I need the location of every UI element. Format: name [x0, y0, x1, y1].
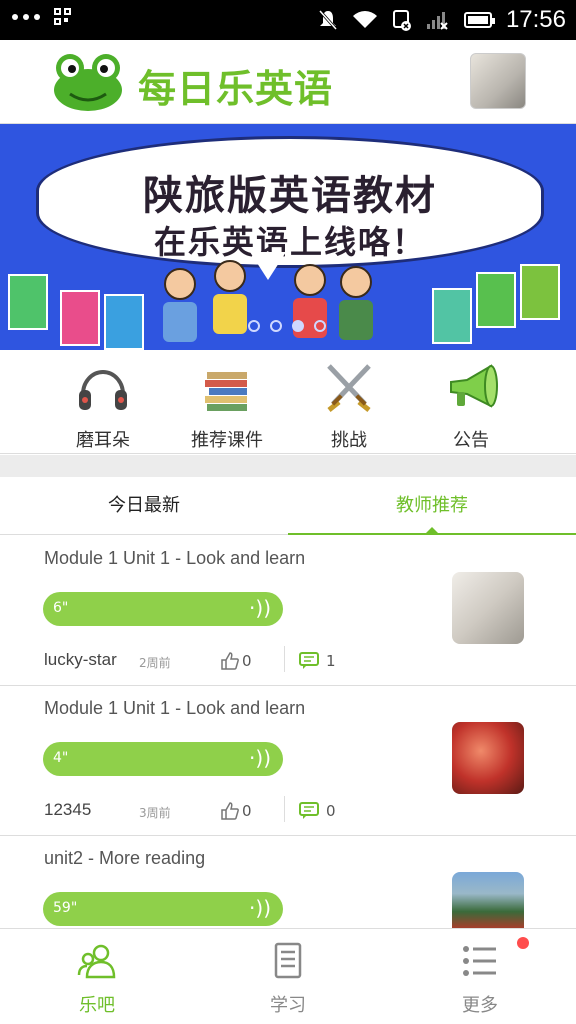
- banner-headline: 陕旅版英语教材: [143, 173, 437, 219]
- mute-icon: [318, 10, 338, 30]
- bottom-nav-label: 乐吧: [79, 995, 115, 1016]
- audio-duration: 6": [53, 600, 69, 616]
- bottom-nav-item-more[interactable]: 更多: [425, 941, 535, 1017]
- comment-count: 0: [326, 802, 336, 820]
- bottom-nav: 乐吧 学习 更多: [0, 928, 576, 1024]
- signal-icon: [426, 12, 448, 30]
- textbook-image: [520, 264, 560, 320]
- app-title: 每日乐英语: [138, 67, 334, 111]
- bottom-nav-label: 学习: [270, 995, 306, 1016]
- comment-count: 1: [326, 652, 336, 670]
- pager-dot[interactable]: [292, 320, 304, 332]
- grid-icon: [54, 8, 72, 26]
- quick-nav-label: 磨耳朵: [76, 430, 130, 451]
- battery-icon: [463, 12, 495, 28]
- app-header: 每日乐英语: [0, 40, 576, 124]
- card-thumbnail[interactable]: [452, 572, 524, 644]
- textbook-image: [432, 288, 472, 344]
- tab-teacher-picks[interactable]: 教师推荐: [288, 477, 576, 535]
- feed-card[interactable]: Module 1 Unit 1 - Look and learn 6" ·)) …: [0, 536, 576, 686]
- quick-nav-item-announcement[interactable]: 公告: [416, 360, 526, 452]
- divider: [284, 646, 285, 672]
- banner-subheadline: 在乐英语上线咯！: [153, 223, 426, 261]
- feed-card[interactable]: unit2 - More reading 59" ·)): [0, 836, 576, 928]
- card-username[interactable]: 12345: [44, 800, 91, 820]
- cartoon-kid-image: [160, 268, 200, 346]
- like-count: 0: [242, 802, 252, 820]
- card-thumbnail[interactable]: [452, 872, 524, 928]
- audio-player-button[interactable]: 59" ·)): [43, 892, 283, 926]
- feed-list: Module 1 Unit 1 - Look and learn 6" ·)) …: [0, 536, 576, 928]
- megaphone-icon: [450, 364, 498, 408]
- sound-wave-icon: ·)): [249, 746, 271, 770]
- thumbs-up-icon[interactable]: [220, 801, 240, 821]
- frog-logo-icon: [54, 54, 122, 111]
- quick-nav: 磨耳朵 推荐课件 挑战 公告: [0, 350, 576, 454]
- pager-dot[interactable]: [248, 320, 260, 332]
- audio-duration: 4": [53, 750, 69, 766]
- quick-nav-label: 公告: [453, 430, 489, 451]
- divider: [284, 796, 285, 822]
- more-dots-icon: [12, 14, 40, 20]
- status-time: 17:56: [505, 6, 566, 33]
- sound-wave-icon: ·)): [249, 596, 271, 620]
- comment-icon[interactable]: [299, 652, 319, 670]
- notification-badge: [517, 937, 529, 949]
- quick-nav-item-listening[interactable]: 磨耳朵: [48, 360, 158, 452]
- status-bar: 17:56: [0, 0, 576, 40]
- textbook-image: [60, 290, 100, 346]
- audio-player-button[interactable]: 4" ·)): [43, 742, 283, 776]
- thumbs-up-icon[interactable]: [220, 651, 240, 671]
- textbook-image: [104, 294, 144, 350]
- list-icon: [463, 946, 496, 976]
- feed-card[interactable]: Module 1 Unit 1 - Look and learn 4" ·)) …: [0, 686, 576, 836]
- headphones-icon: [79, 370, 127, 410]
- bottom-nav-label: 更多: [462, 995, 498, 1016]
- quick-nav-item-courseware[interactable]: 推荐课件: [172, 360, 282, 452]
- notebook-icon: [274, 942, 302, 979]
- community-icon: [77, 944, 116, 979]
- textbook-image: [8, 274, 48, 330]
- cartoon-kid-image: [336, 266, 376, 344]
- sound-wave-icon: ·)): [249, 896, 271, 920]
- card-timestamp: 2周前: [139, 656, 171, 670]
- cartoon-kid-image: [210, 260, 250, 338]
- card-thumbnail[interactable]: [452, 722, 524, 794]
- card-title: Module 1 Unit 1 - Look and learn: [44, 698, 306, 718]
- feed-tabs: 今日最新 教师推荐: [0, 477, 576, 535]
- pager-dot[interactable]: [314, 320, 326, 332]
- user-avatar[interactable]: [470, 53, 526, 109]
- crossed-swords-icon: [327, 364, 371, 412]
- like-count: 0: [242, 652, 252, 670]
- speech-bubble: 陕旅版英语教材 在乐英语上线咯！: [36, 136, 544, 268]
- card-username[interactable]: lucky-star: [44, 650, 117, 670]
- audio-player-button[interactable]: 6" ·)): [43, 592, 283, 626]
- card-title: unit2 - More reading: [44, 848, 206, 868]
- quick-nav-label: 推荐课件: [191, 430, 263, 451]
- pager-dot[interactable]: [270, 320, 282, 332]
- sim-icon: [392, 10, 411, 31]
- speech-bubble-tail: [250, 252, 286, 280]
- section-divider: [0, 455, 576, 477]
- quick-nav-item-challenge[interactable]: 挑战: [294, 360, 404, 452]
- quick-nav-label: 挑战: [331, 430, 367, 451]
- card-timestamp: 3周前: [139, 806, 171, 820]
- card-title: Module 1 Unit 1 - Look and learn: [44, 548, 306, 568]
- tab-latest[interactable]: 今日最新: [0, 477, 288, 535]
- promo-banner[interactable]: 陕旅版英语教材 在乐英语上线咯！: [0, 124, 576, 350]
- books-icon: [205, 372, 247, 411]
- audio-duration: 59": [53, 900, 78, 916]
- banner-pager: [248, 320, 326, 332]
- textbook-image: [476, 272, 516, 328]
- bottom-nav-item-study[interactable]: 学习: [233, 941, 343, 1017]
- wifi-icon: [352, 11, 377, 28]
- bottom-nav-item-community[interactable]: 乐吧: [42, 941, 152, 1017]
- comment-icon[interactable]: [299, 802, 319, 820]
